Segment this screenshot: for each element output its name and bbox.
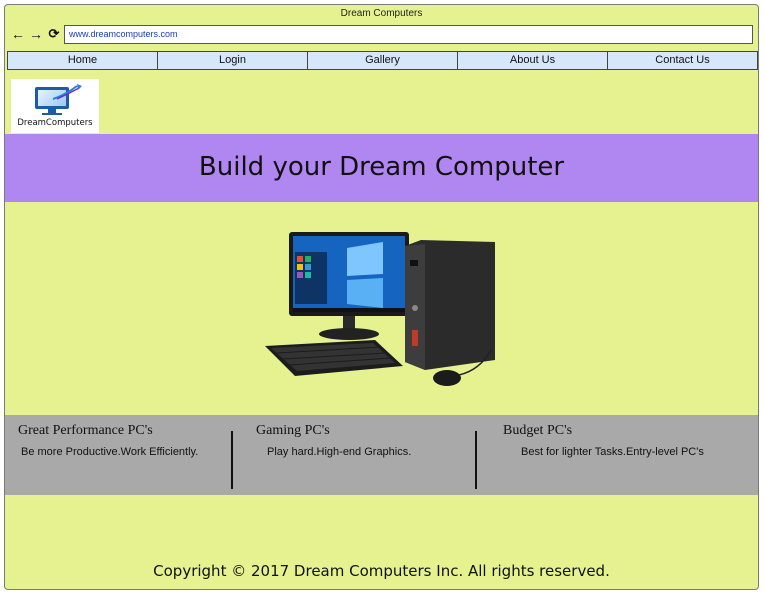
feature-title: Gaming PC's (256, 423, 330, 438)
feature-title: Great Performance PC's (18, 423, 153, 438)
features-section: Great Performance PC's Be more Productiv… (5, 415, 758, 495)
hero-banner: Build your Dream Computer (5, 134, 758, 202)
feature-description: Be more Productive.Work Efficiently. (21, 446, 199, 458)
desktop-computer-image (265, 232, 495, 386)
nav-tab-about-us[interactable]: About Us (458, 52, 608, 69)
url-input[interactable]: www.dreamcomputers.com (64, 25, 753, 44)
monitor-base (42, 113, 62, 115)
feature-budget: Budget PC's Best for lighter Tasks.Entry… (503, 415, 753, 495)
window-title: Dream Computers (340, 8, 423, 19)
reload-icon[interactable]: ⟳ (47, 27, 61, 41)
nav-tab-home[interactable]: Home (7, 52, 158, 69)
logo-text: DreamComputers (17, 118, 93, 128)
back-arrow-icon[interactable]: ← (11, 27, 25, 41)
forward-arrow-icon[interactable]: → (29, 27, 43, 41)
feature-title: Budget PC's (503, 423, 573, 438)
logo[interactable]: DreamComputers (11, 79, 99, 133)
copyright-footer: Copyright © 2017 Dream Computers Inc. Al… (153, 562, 610, 580)
feature-divider (231, 431, 233, 489)
nav-bar: Home Login Gallery About Us Contact Us (7, 51, 758, 70)
feature-divider (475, 431, 477, 489)
feature-description: Best for lighter Tasks.Entry-level PC's (521, 446, 704, 458)
feature-description: Play hard.High-end Graphics. (267, 446, 412, 458)
nav-tab-login[interactable]: Login (158, 52, 308, 69)
browser-window: Dream Computers ← → ⟳ www.dreamcomputers… (4, 4, 759, 590)
feature-gaming: Gaming PC's Play hard.High-end Graphics. (256, 415, 471, 495)
nav-tab-gallery[interactable]: Gallery (308, 52, 458, 69)
nav-tab-contact-us[interactable]: Contact Us (608, 52, 758, 69)
growth-arrow-icon (52, 84, 82, 100)
feature-great-performance: Great Performance PC's Be more Productiv… (18, 415, 230, 495)
